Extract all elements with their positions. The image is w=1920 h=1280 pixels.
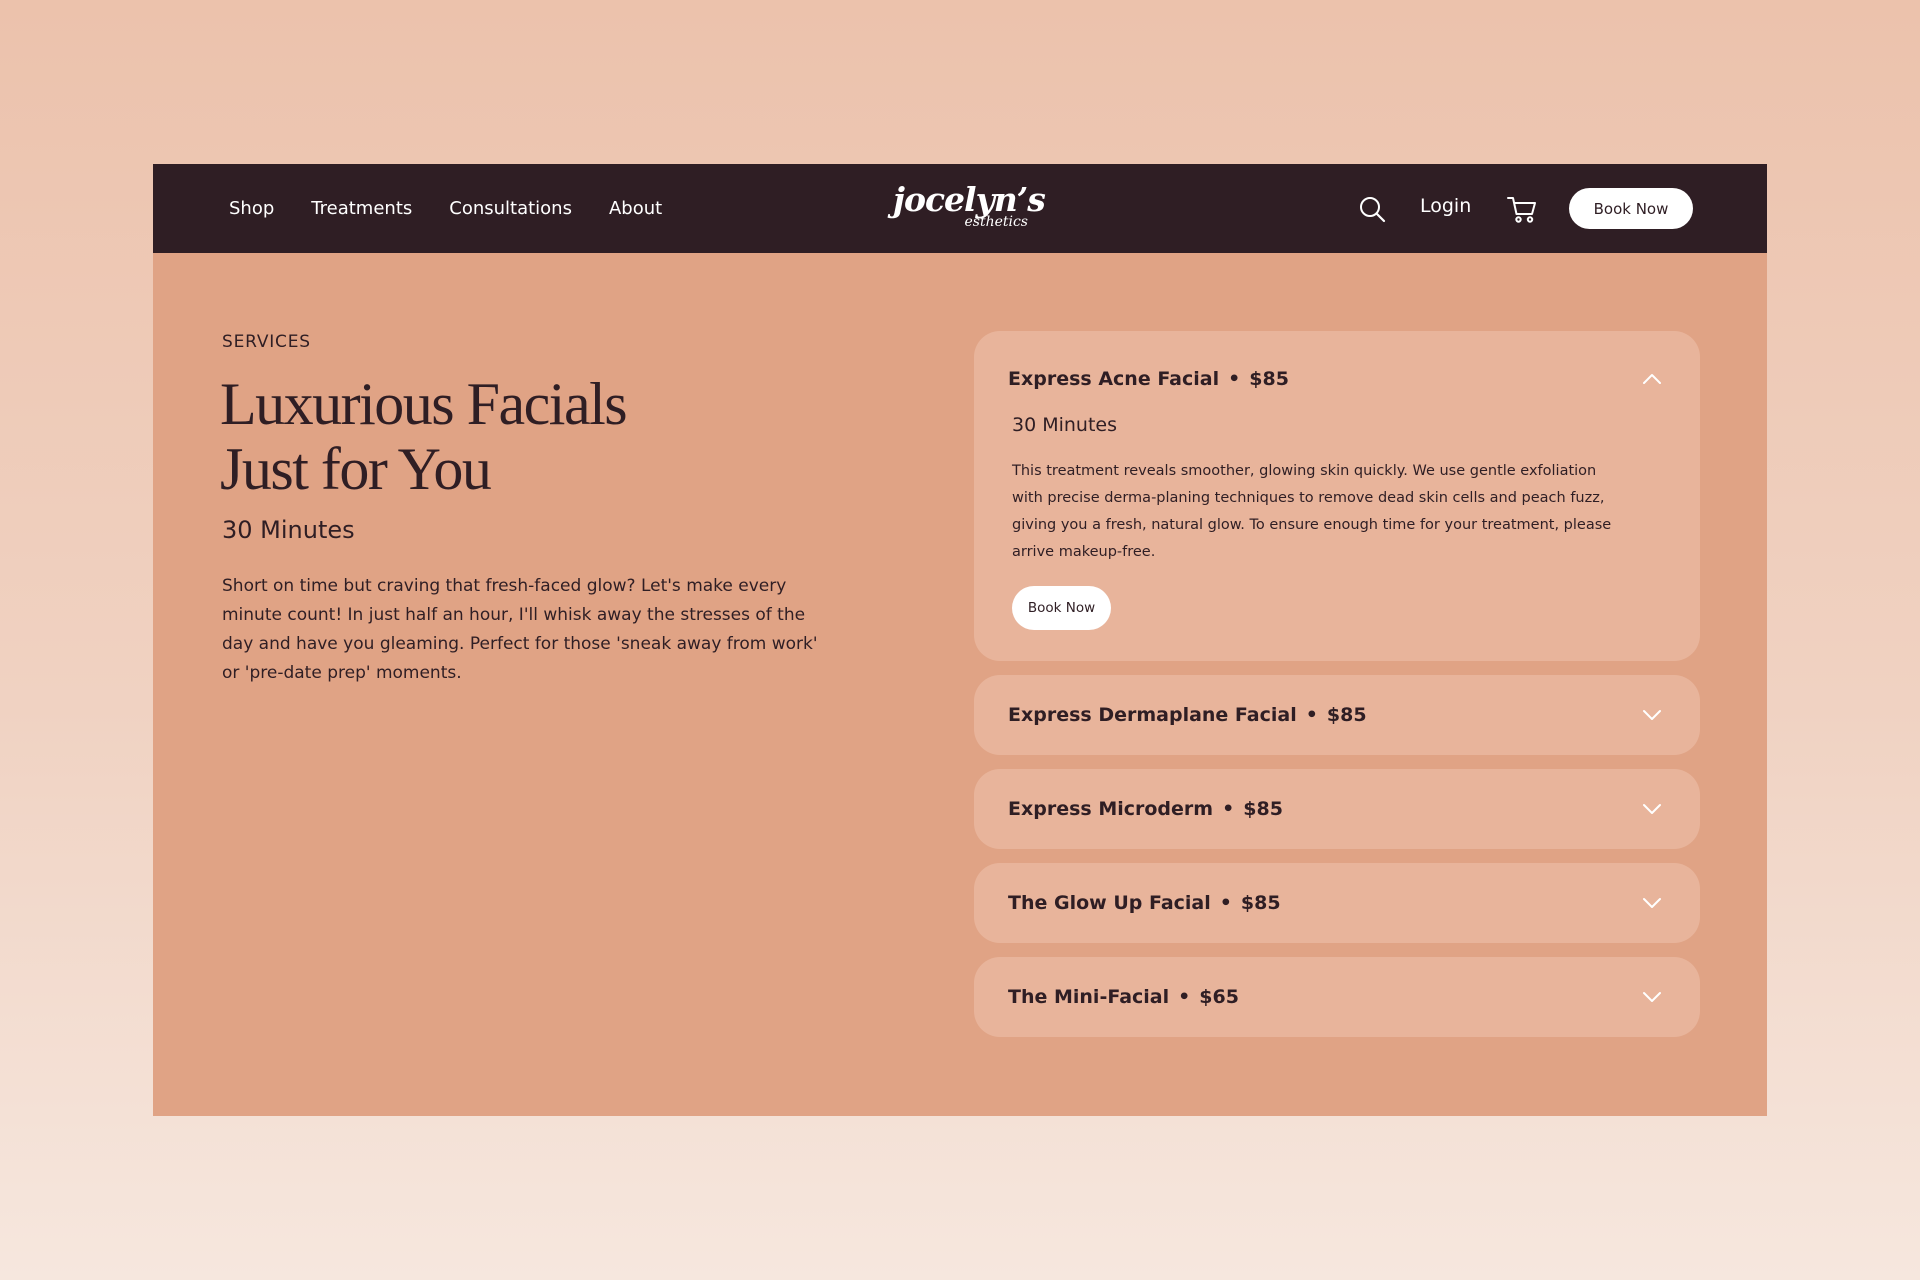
- accordion-item-express-acne-facial[interactable]: Express Acne Facial • $85 30 Minutes This …: [974, 331, 1700, 661]
- logo-subtitle: esthetics: [964, 214, 1028, 230]
- service-duration: 30 Minutes: [1012, 414, 1118, 436]
- separator-dot: •: [1178, 986, 1191, 1008]
- search-icon[interactable]: [1358, 195, 1386, 223]
- accordion-item-express-microderm[interactable]: Express Microderm • $85: [974, 769, 1700, 849]
- service-name: Express Microderm: [1008, 798, 1214, 820]
- accordion-item-header[interactable]: Express Microderm • $85: [1008, 798, 1283, 820]
- chevron-down-icon[interactable]: [1640, 985, 1664, 1009]
- accordion-item-the-mini-facial[interactable]: The Mini-Facial • $65: [974, 957, 1700, 1037]
- cart-icon[interactable]: [1506, 193, 1538, 225]
- service-price: $85: [1240, 892, 1281, 914]
- service-price: $85: [1243, 798, 1283, 820]
- page-title-line-1: Luxurious Facials: [220, 371, 628, 437]
- separator-dot: •: [1228, 368, 1241, 390]
- accordion-item-express-dermaplane-facial[interactable]: Express Dermaplane Facial • $85: [974, 675, 1700, 755]
- accordion-item-header[interactable]: The Glow Up Facial • $85: [1008, 892, 1281, 914]
- logo[interactable]: jocelyn’s esthetics: [893, 180, 1046, 236]
- hero-duration: 30 Minutes: [222, 516, 355, 544]
- separator-dot: •: [1305, 704, 1318, 726]
- nav-link-about[interactable]: About: [609, 198, 662, 219]
- nav-link-shop[interactable]: Shop: [229, 198, 274, 219]
- hero-description: Short on time but craving that fresh-fac…: [222, 576, 818, 683]
- accordion-item-the-glow-up-facial[interactable]: The Glow Up Facial • $85: [974, 863, 1700, 943]
- page-title-line-2: Just for You: [220, 436, 492, 502]
- accordion-item-header[interactable]: The Mini-Facial • $65: [1008, 986, 1239, 1008]
- login-link[interactable]: Login: [1420, 195, 1471, 217]
- service-price: $65: [1199, 986, 1239, 1008]
- chevron-down-icon[interactable]: [1640, 703, 1664, 727]
- service-name: The Mini-Facial: [1008, 986, 1170, 1008]
- page-title: Luxurious Facials Just for You: [220, 372, 740, 502]
- chevron-up-icon[interactable]: [1640, 367, 1664, 391]
- service-description: This treatment reveals smoother, glowing…: [1012, 463, 1612, 560]
- website-frame: Shop Treatments Consultations About joce…: [153, 164, 1767, 1116]
- nav-link-treatments[interactable]: Treatments: [311, 198, 412, 219]
- accordion-item-header[interactable]: Express Acne Facial • $85: [1008, 368, 1289, 390]
- chevron-down-icon[interactable]: [1640, 797, 1664, 821]
- service-book-now-button[interactable]: Book Now: [1012, 586, 1111, 630]
- nav-link-consultations[interactable]: Consultations: [449, 198, 572, 219]
- navbar: Shop Treatments Consultations About joce…: [153, 164, 1767, 253]
- nav-links: Shop Treatments Consultations About: [229, 164, 662, 253]
- separator-dot: •: [1222, 798, 1235, 820]
- service-price: $85: [1249, 368, 1289, 390]
- section-eyebrow: SERVICES: [222, 332, 311, 352]
- service-name: The Glow Up Facial: [1008, 892, 1211, 914]
- book-now-button[interactable]: Book Now: [1569, 188, 1693, 229]
- service-price: $85: [1326, 704, 1367, 726]
- accordion-item-header[interactable]: Express Dermaplane Facial • $85: [1008, 704, 1367, 726]
- service-name: Express Dermaplane Facial: [1008, 704, 1297, 726]
- separator-dot: •: [1219, 892, 1232, 914]
- chevron-down-icon[interactable]: [1640, 891, 1664, 915]
- services-accordion: Express Acne Facial • $85 30 Minutes This …: [974, 331, 1700, 1051]
- service-name: Express Acne Facial: [1008, 368, 1220, 390]
